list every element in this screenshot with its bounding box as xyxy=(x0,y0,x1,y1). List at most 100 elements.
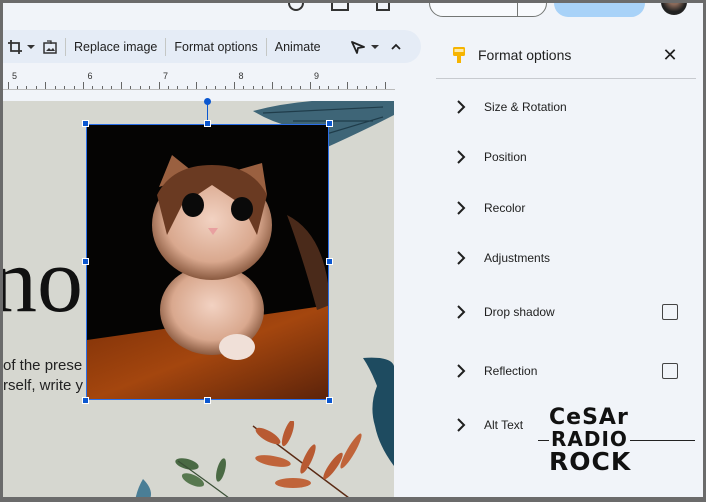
pointer-dropdown-icon[interactable] xyxy=(370,44,379,50)
ruler-tick xyxy=(271,82,273,89)
ruler-tick xyxy=(243,86,245,89)
slide-body-line-2[interactable]: rself, write y xyxy=(3,377,83,394)
panel-title: Format options xyxy=(478,46,572,63)
present-icon[interactable] xyxy=(376,3,390,11)
watermark-line-3: ROCK xyxy=(549,447,632,476)
replace-image-button[interactable]: Replace image xyxy=(66,40,165,54)
app-window: Replace image Format options Animate 5 6 7… xyxy=(3,3,703,497)
section-checkbox[interactable] xyxy=(662,304,678,320)
watermark-line-1: CeSAr xyxy=(549,405,629,430)
section-label: Recolor xyxy=(484,201,526,215)
ruler-number: 7 xyxy=(163,71,169,81)
crop-dropdown-icon[interactable] xyxy=(27,44,35,50)
ruler-tick xyxy=(92,86,94,89)
crop-icon[interactable] xyxy=(7,39,23,55)
ruler-tick xyxy=(158,82,160,89)
section-position[interactable]: Position xyxy=(436,142,696,172)
rotation-handle[interactable] xyxy=(204,98,211,105)
resize-handle-n[interactable] xyxy=(204,120,211,127)
slideshow-button[interactable] xyxy=(429,3,547,17)
slideshow-divider xyxy=(517,3,518,17)
watermark-line-2: RADIO xyxy=(549,427,630,451)
chevron-right-icon xyxy=(457,100,466,114)
ruler-tick xyxy=(205,86,207,89)
ruler-tick xyxy=(45,82,47,89)
animate-button[interactable]: Animate xyxy=(267,40,329,54)
ruler-tick xyxy=(120,82,122,89)
top-bar xyxy=(3,3,703,27)
resize-handle-s[interactable] xyxy=(204,397,211,404)
ruler-tick xyxy=(234,82,235,89)
ruler-tick xyxy=(7,82,9,89)
section-reflection[interactable]: Reflection xyxy=(436,356,696,386)
ruler-tick xyxy=(252,86,254,89)
ruler-tick xyxy=(215,86,217,89)
section-label: Adjustments xyxy=(484,251,551,265)
ruler-tick xyxy=(73,86,75,89)
section-label: Position xyxy=(484,150,527,164)
ruler-tick xyxy=(262,86,264,89)
ruler-tick xyxy=(35,86,37,89)
resize-handle-nw[interactable] xyxy=(82,120,89,127)
ruler-tick xyxy=(318,86,320,89)
ruler-tick xyxy=(196,82,198,89)
watermark-logo: CeSAr RADIO ROCK xyxy=(538,405,703,479)
chevron-right-icon xyxy=(457,201,466,215)
ruler-tick xyxy=(111,86,113,89)
section-label: Drop shadow xyxy=(484,305,555,319)
ruler-tick xyxy=(101,86,103,89)
resize-handle-ne[interactable] xyxy=(326,120,333,127)
close-panel-button[interactable]: ✕ xyxy=(660,45,680,65)
ruler-tick xyxy=(167,86,169,89)
ruler-tick xyxy=(26,86,28,89)
resize-handle-w[interactable] xyxy=(82,258,89,265)
section-adjustments[interactable]: Adjustments xyxy=(436,243,696,273)
ruler-tick xyxy=(337,86,339,89)
ruler-number: 9 xyxy=(314,71,320,81)
chevron-right-icon xyxy=(457,305,466,319)
ruler-number: 5 xyxy=(12,71,18,81)
ruler-baseline xyxy=(3,89,395,90)
chevron-right-icon xyxy=(457,251,466,265)
horizontal-ruler[interactable]: 5 6 7 8 9 xyxy=(3,69,395,91)
chevron-up-icon[interactable] xyxy=(390,43,401,50)
ruler-tick xyxy=(375,86,377,89)
ruler-tick xyxy=(149,86,151,89)
section-checkbox[interactable] xyxy=(662,363,678,379)
image-toolbar: Replace image Format options Animate xyxy=(3,30,421,63)
history-icon[interactable] xyxy=(288,3,304,11)
resize-handle-e[interactable] xyxy=(326,258,333,265)
reset-image-icon[interactable] xyxy=(43,39,57,54)
ruler-tick xyxy=(186,86,188,89)
comment-icon[interactable] xyxy=(331,3,349,11)
chevron-right-icon xyxy=(457,364,466,378)
orange-leaves-icon xyxy=(252,421,362,497)
ruler-tick xyxy=(309,82,311,89)
slide-title-text[interactable]: no xyxy=(3,234,83,326)
ruler-tick xyxy=(64,86,66,89)
selected-image[interactable] xyxy=(82,120,333,404)
slide-body-line-1[interactable]: of the prese xyxy=(3,357,82,374)
ruler-tick xyxy=(16,86,18,89)
teal-leaf-right-icon xyxy=(363,357,394,466)
watermark-line-right xyxy=(625,440,695,441)
section-size-rotation[interactable]: Size & Rotation xyxy=(436,92,696,122)
ruler-number: 6 xyxy=(87,71,93,81)
avatar[interactable] xyxy=(661,3,687,15)
pointer-icon[interactable] xyxy=(350,40,365,54)
share-button[interactable] xyxy=(554,3,645,17)
ruler-tick xyxy=(281,86,283,89)
blue-leaf-icon xyxy=(135,479,151,497)
ruler-number: 8 xyxy=(238,71,244,81)
chevron-right-icon xyxy=(457,418,466,432)
cat-image[interactable] xyxy=(86,124,329,400)
section-label: Alt Text xyxy=(484,418,524,432)
ruler-tick xyxy=(224,86,226,89)
format-options-button[interactable]: Format options xyxy=(166,40,265,54)
resize-handle-se[interactable] xyxy=(326,397,333,404)
resize-handle-sw[interactable] xyxy=(82,397,89,404)
ruler-tick xyxy=(366,86,368,89)
section-recolor[interactable]: Recolor xyxy=(436,193,696,223)
ruler-tick xyxy=(328,86,330,89)
section-drop-shadow[interactable]: Drop shadow xyxy=(436,297,696,327)
